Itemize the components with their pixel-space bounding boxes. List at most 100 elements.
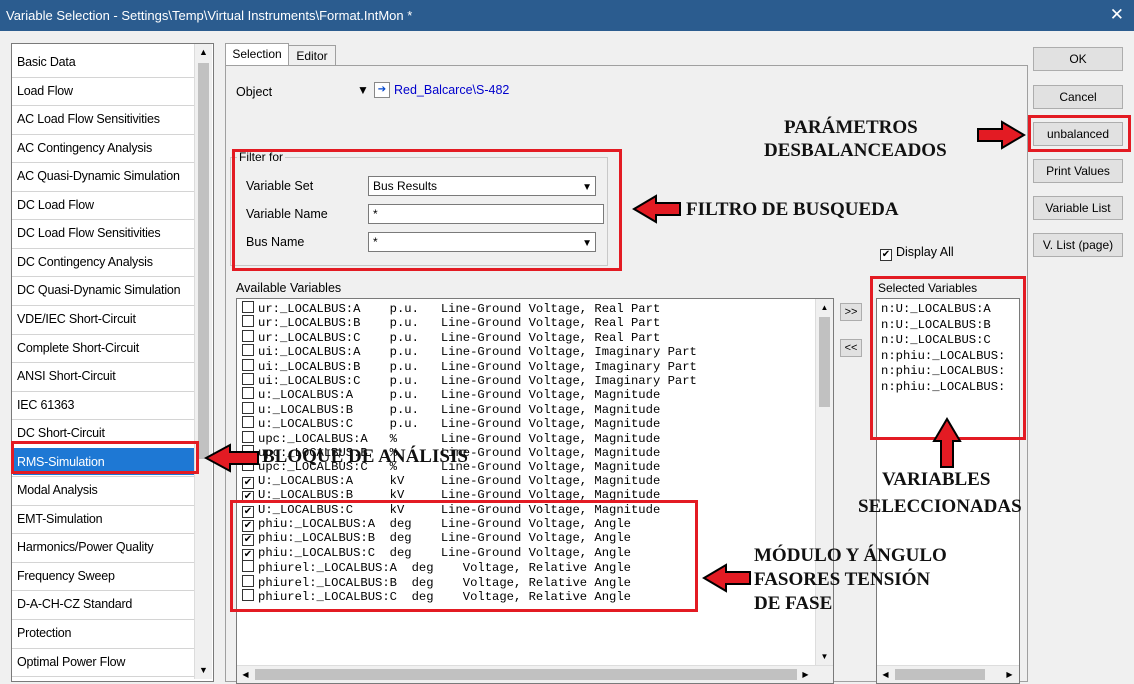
sidebar-item[interactable]: Complete Short-Circuit — [17, 341, 139, 355]
sidebar-item[interactable]: DC Load Flow — [17, 198, 94, 212]
variable-row[interactable]: ur:_LOCALBUS:A p.u. Line-Ground Voltage,… — [242, 301, 660, 316]
scroll-right-icon[interactable]: ▶ — [797, 666, 814, 683]
print-values-button[interactable]: Print Values — [1033, 159, 1123, 183]
checkbox-icon[interactable]: ✔ — [880, 249, 892, 261]
divider — [12, 533, 198, 535]
checkbox-icon[interactable] — [242, 329, 254, 342]
checkbox-icon[interactable] — [242, 301, 254, 313]
variable-row[interactable]: ur:_LOCALBUS:B p.u. Line-Ground Voltage,… — [242, 315, 661, 331]
vlist-page-button[interactable]: V. List (page) — [1033, 233, 1123, 257]
add-variable-button[interactable]: >> — [840, 303, 862, 321]
display-all-checkbox[interactable]: ✔ Display All — [880, 245, 954, 261]
annotation-bloque: BLOQUE DE ANÁLISIS — [262, 446, 468, 467]
annotation-seleccionadas: SELECCIONADAS — [858, 496, 1022, 517]
selected-hscroll[interactable]: ◀ ▶ — [877, 665, 1019, 683]
divider — [12, 561, 198, 563]
scroll-down-icon[interactable]: ▼ — [195, 662, 212, 679]
divider — [12, 390, 198, 392]
scroll-left-icon[interactable]: ◀ — [237, 666, 254, 683]
variable-text: upc:_LOCALBUS:A % Line-Ground Voltage, M… — [258, 431, 661, 446]
tab-editor[interactable]: Editor — [288, 45, 336, 66]
divider — [12, 647, 198, 649]
checkbox-icon[interactable] — [242, 430, 254, 443]
checkbox-icon[interactable] — [242, 401, 254, 414]
checkbox-icon[interactable] — [242, 358, 254, 371]
checkbox-icon[interactable] — [242, 315, 254, 328]
scroll-thumb[interactable] — [819, 317, 830, 407]
scroll-thumb[interactable] — [895, 669, 985, 680]
available-hscroll[interactable]: ◀ ▶ — [237, 665, 833, 683]
sidebar-item[interactable]: Modal Analysis — [17, 483, 98, 497]
variable-row[interactable]: u:_LOCALBUS:C p.u. Line-Ground Voltage, … — [242, 416, 660, 431]
variable-row[interactable]: ui:_LOCALBUS:B p.u. Line-Ground Voltage,… — [242, 358, 697, 374]
sidebar-item[interactable]: Basic Data — [17, 55, 76, 69]
divider — [12, 304, 198, 306]
ok-button[interactable]: OK — [1033, 47, 1123, 71]
scroll-up-icon[interactable]: ▲ — [195, 44, 212, 61]
object-link[interactable]: Red_Balcarce\S-482 — [394, 83, 509, 97]
sidebar-item[interactable]: IEC 61363 — [17, 398, 74, 412]
analysis-list-scrollbar[interactable]: ▲ ▼ — [194, 44, 212, 679]
scroll-thumb[interactable] — [198, 63, 209, 459]
scroll-down-icon[interactable]: ▼ — [816, 648, 833, 665]
scroll-left-icon[interactable]: ◀ — [877, 666, 894, 683]
variable-text: u:_LOCALBUS:A p.u. Line-Ground Voltage, … — [258, 388, 661, 403]
sidebar-item[interactable]: Protection — [17, 626, 71, 640]
divider — [12, 504, 198, 506]
variable-text: ui:_LOCALBUS:A p.u. Line-Ground Voltage,… — [258, 345, 697, 360]
cancel-button[interactable]: Cancel — [1033, 85, 1123, 109]
variable-text: ur:_LOCALBUS:B p.u. Line-Ground Voltage,… — [258, 316, 661, 331]
checkbox-icon[interactable] — [242, 344, 254, 357]
analysis-list[interactable]: Basic Data Load Flow AC Load Flow Sensitiv… — [11, 43, 214, 682]
sidebar-item[interactable]: DC Load Flow Sensitivities — [17, 226, 161, 240]
arrow-left-icon — [632, 194, 681, 224]
sidebar-item[interactable]: ANSI Short-Circuit — [17, 369, 116, 383]
divider — [12, 676, 198, 678]
checkbox-icon[interactable] — [242, 387, 254, 400]
checkbox-icon[interactable]: ✔ — [242, 476, 254, 489]
display-all-label: Display All — [896, 245, 954, 259]
sidebar-item[interactable]: AC Contingency Analysis — [17, 141, 152, 155]
sidebar-item[interactable]: EMT-Simulation — [17, 512, 103, 526]
annotation-parametros: PARÁMETROS — [784, 117, 918, 138]
variable-row[interactable]: ur:_LOCALBUS:C p.u. Line-Ground Voltage,… — [242, 329, 660, 345]
tab-selection[interactable]: Selection — [225, 43, 289, 66]
variable-row[interactable]: u:_LOCALBUS:A p.u. Line-Ground Voltage, … — [242, 387, 661, 403]
checkbox-icon[interactable] — [242, 416, 254, 429]
variable-text: ui:_LOCALBUS:C p.u. Line-Ground Voltage,… — [258, 374, 697, 388]
sidebar-item[interactable]: DC Quasi-Dynamic Simulation — [17, 283, 181, 297]
sidebar-item[interactable]: Harmonics/Power Quality — [17, 540, 154, 554]
scroll-up-icon[interactable]: ▲ — [816, 299, 833, 316]
variable-list-button[interactable]: Variable List — [1033, 196, 1123, 220]
sidebar-item[interactable]: Optimal Power Flow — [17, 655, 125, 669]
variable-row[interactable]: upc:_LOCALBUS:A % Line-Ground Voltage, M… — [242, 430, 661, 446]
title-bar: Variable Selection - Settings\Temp\Virtu… — [0, 0, 1134, 31]
variable-row[interactable]: ui:_LOCALBUS:C p.u. Line-Ground Voltage,… — [242, 373, 697, 388]
window-title: Variable Selection - Settings\Temp\Virtu… — [6, 8, 413, 23]
divider — [12, 333, 198, 335]
jump-to-object-icon[interactable]: ➔ — [374, 82, 390, 98]
object-dropdown-icon[interactable]: ▼ — [357, 83, 369, 97]
available-variables-list[interactable]: ur:_LOCALBUS:A p.u. Line-Ground Voltage,… — [236, 298, 834, 684]
sidebar-item[interactable]: Frequency Sweep — [17, 569, 115, 583]
sidebar-item[interactable]: VDE/IEC Short-Circuit — [17, 312, 136, 326]
sidebar-item[interactable]: D-A-CH-CZ Standard — [17, 597, 132, 611]
sidebar-item[interactable]: AC Quasi-Dynamic Simulation — [17, 169, 180, 183]
variable-row[interactable]: ✔ U:_LOCALBUS:A kV Line-Ground Voltage, M… — [242, 474, 660, 489]
variable-row[interactable]: ui:_LOCALBUS:A p.u. Line-Ground Voltage,… — [242, 344, 697, 360]
divider — [12, 76, 198, 78]
arrow-up-icon — [932, 417, 962, 468]
annotation-variables: VARIABLES — [882, 469, 991, 490]
sidebar-item[interactable]: DC Contingency Analysis — [17, 255, 153, 269]
scroll-right-icon[interactable]: ▶ — [1001, 666, 1018, 683]
sidebar-item[interactable]: DC Short-Circuit — [17, 426, 105, 440]
close-icon[interactable]: ✕ — [1110, 5, 1124, 25]
divider — [12, 362, 198, 364]
checkbox-icon[interactable] — [242, 373, 254, 385]
variable-row[interactable]: u:_LOCALBUS:B p.u. Line-Ground Voltage, … — [242, 401, 660, 417]
remove-variable-button[interactable]: << — [840, 339, 862, 357]
sidebar-item[interactable]: Load Flow — [17, 84, 73, 98]
sidebar-item[interactable]: AC Load Flow Sensitivities — [17, 112, 160, 126]
divider — [12, 247, 198, 249]
scroll-thumb[interactable] — [255, 669, 797, 680]
